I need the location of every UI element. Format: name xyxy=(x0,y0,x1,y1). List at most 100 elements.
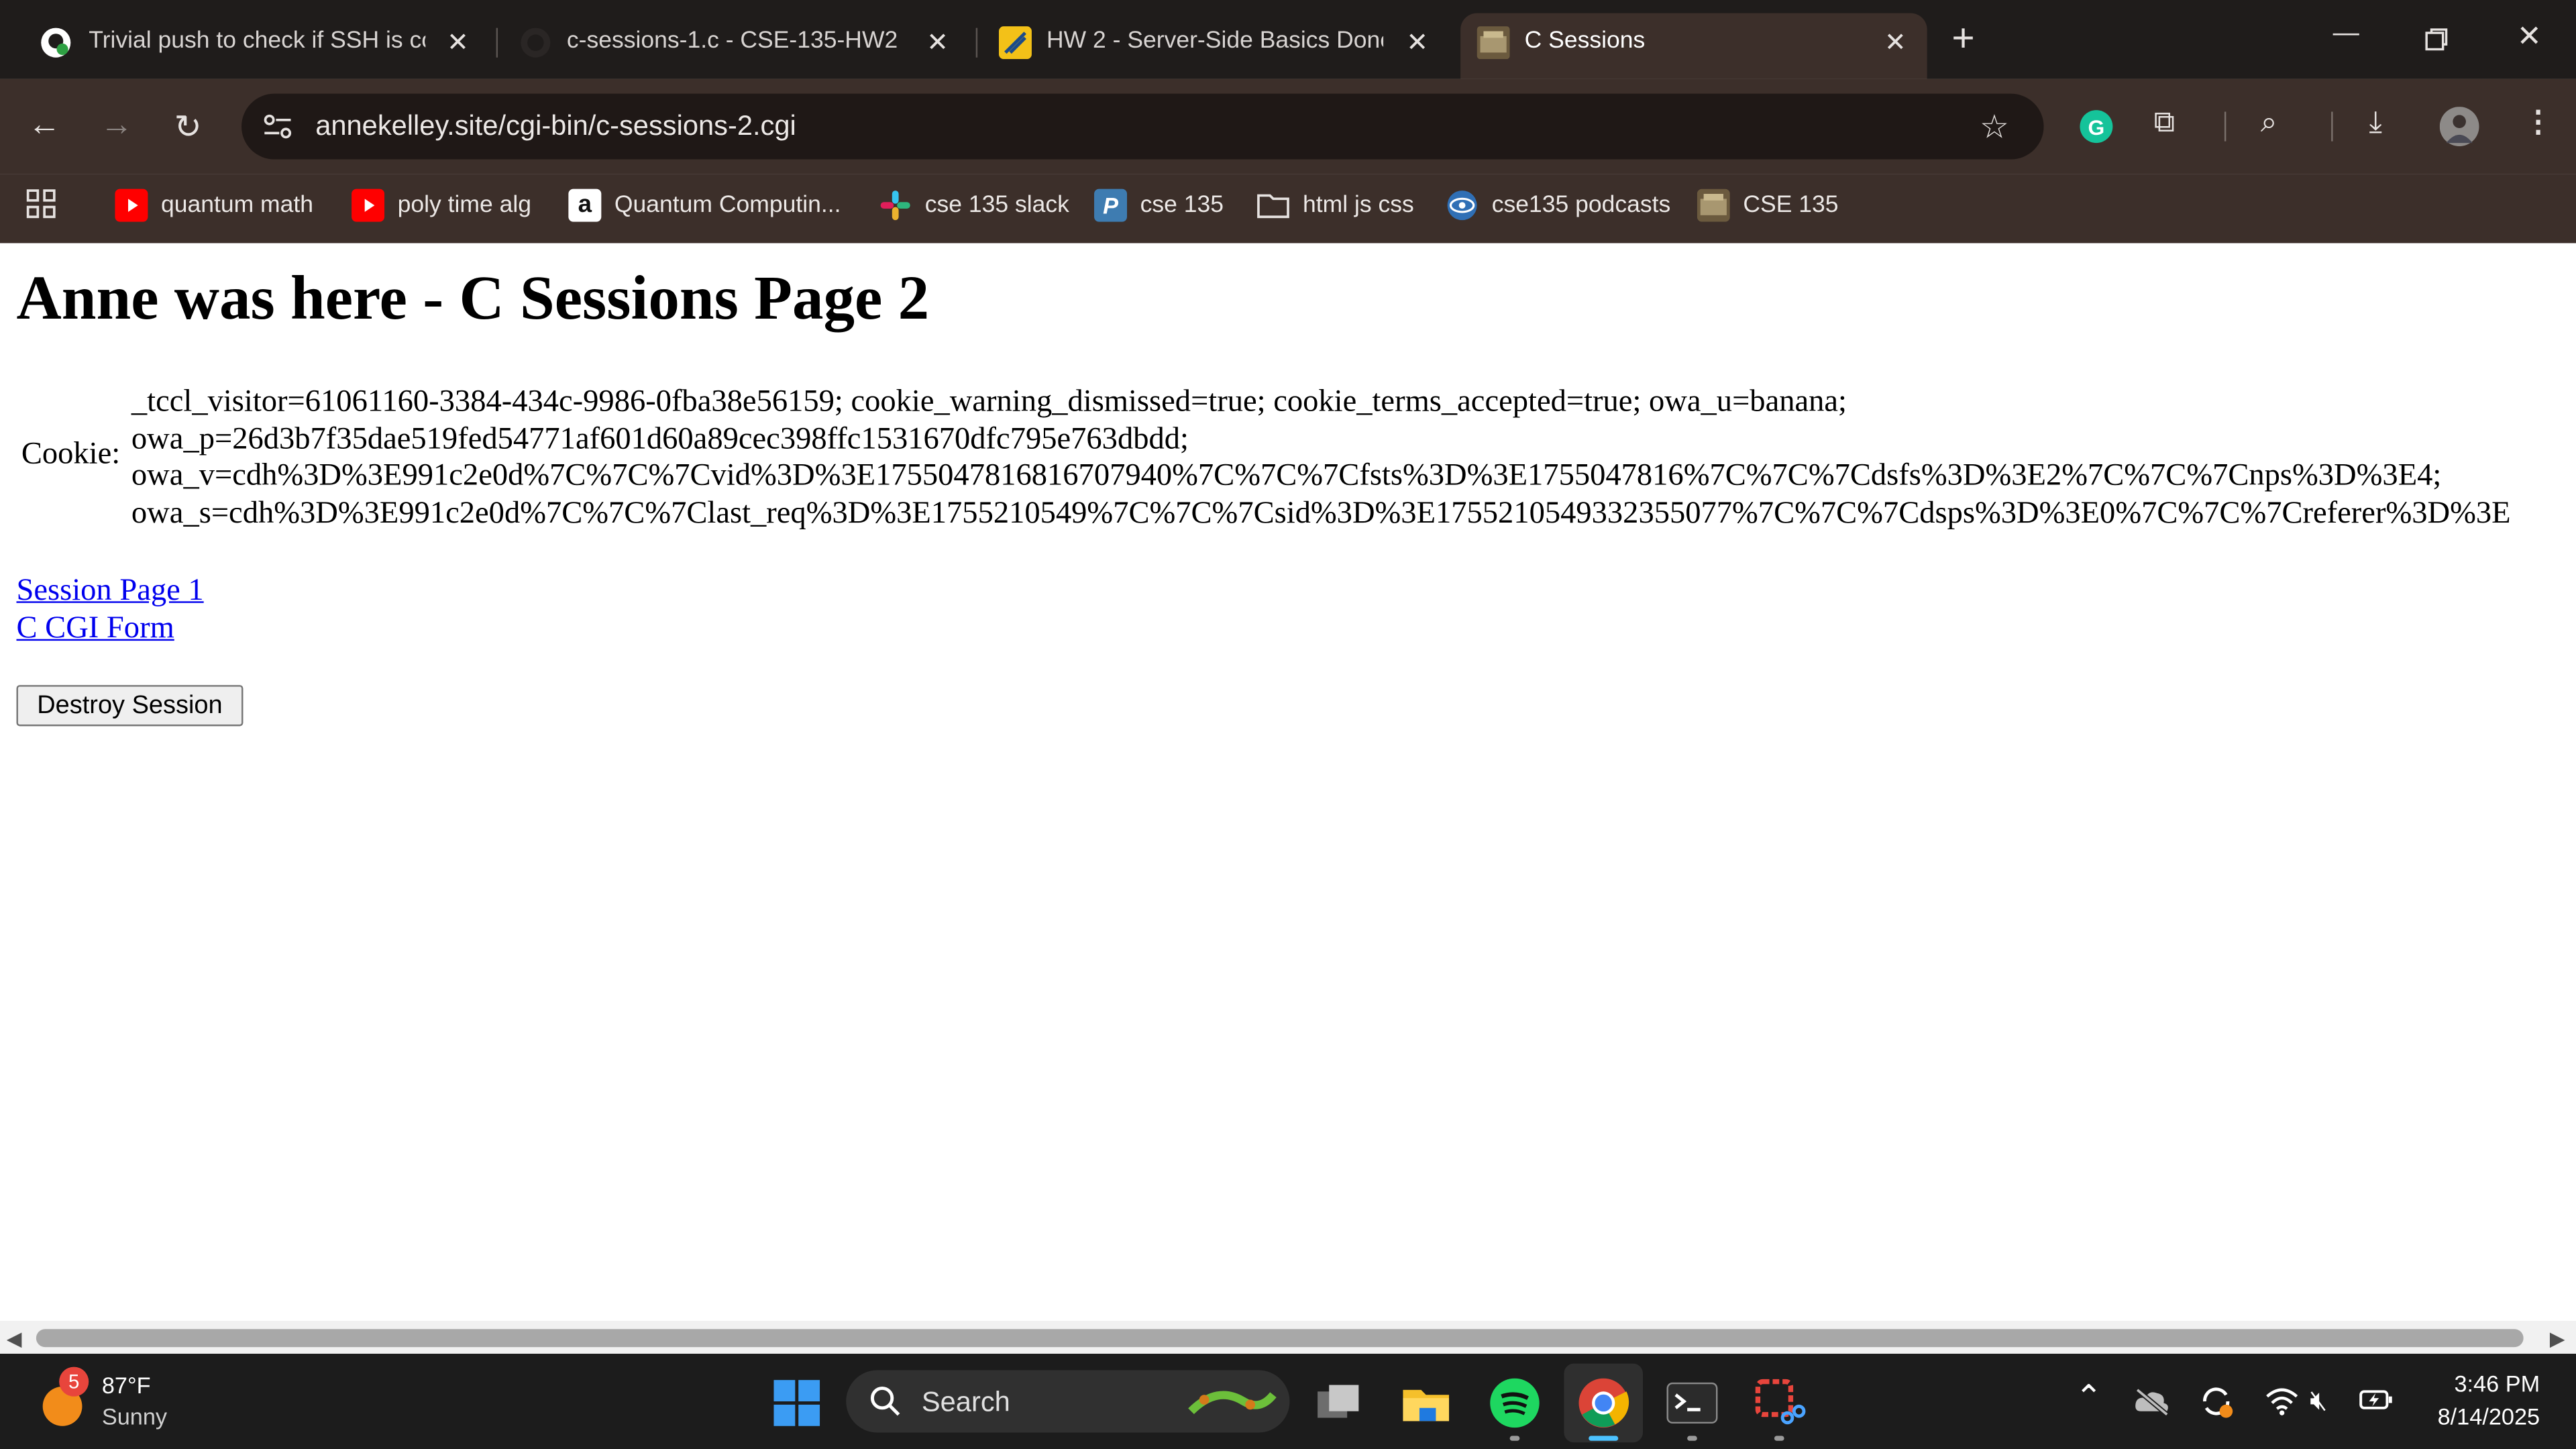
bookmark-label: CSE 135 xyxy=(1743,192,1839,219)
tab-title: c-sessions-1.c - CSE-135-HW2 ( xyxy=(566,28,904,54)
weather-badge: 5 xyxy=(59,1366,89,1397)
task-view-icon[interactable] xyxy=(1311,1375,1366,1431)
tab-separator xyxy=(975,28,978,58)
chrome-icon[interactable] xyxy=(1576,1375,1631,1431)
spotify-running-indicator xyxy=(1509,1436,1520,1441)
youtube-icon xyxy=(115,189,148,222)
youtube-icon xyxy=(352,189,385,222)
url-text: annekelley.site/cgi-bin/c-sessions-2.cgi xyxy=(315,110,796,142)
podcast-icon xyxy=(1447,191,1477,221)
tab-title: HW 2 - Server-Side Basics Done xyxy=(1046,28,1384,54)
onedrive-offline-icon[interactable] xyxy=(2133,1387,2172,1417)
canvas-icon xyxy=(998,26,1032,60)
tab-github-push[interactable]: Trivial push to check if SSH is co ✕ xyxy=(19,13,492,79)
bookmark-label: cse 135 xyxy=(1140,192,1224,219)
wifi-icon[interactable] xyxy=(2264,1387,2300,1416)
svg-text:G: G xyxy=(2088,115,2105,140)
piazza-icon: P xyxy=(1094,189,1128,222)
weather-widget[interactable]: 5 87°F Sunny xyxy=(36,1366,184,1440)
bookmark-label: html js css xyxy=(1303,192,1414,219)
cookie-label: Cookie: xyxy=(21,437,121,472)
close-tab-icon[interactable]: ✕ xyxy=(926,26,949,59)
cookie-line: _tccl_visitor=61061160-3384-434c-9986-0f… xyxy=(131,384,1847,419)
cookie-value: _tccl_visitor=61061160-3384-434c-9986-0f… xyxy=(131,384,2511,532)
weather-temp: 87°F xyxy=(101,1371,151,1399)
toolbar-separator xyxy=(2331,111,2333,142)
new-tab-button[interactable]: + xyxy=(1951,16,1974,62)
page-content: Anne was here - C Sessions Page 2 Cookie… xyxy=(0,243,2576,1321)
cse135-icon xyxy=(1697,189,1730,222)
tab-github-c-sessions[interactable]: c-sessions-1.c - CSE-135-HW2 ( ✕ xyxy=(502,13,969,79)
bookmark-label: quantum math xyxy=(161,192,314,219)
snipping-running-indicator xyxy=(1774,1436,1784,1441)
minimize-icon[interactable]: — xyxy=(2333,19,2359,49)
chrome-active-indicator xyxy=(1589,1436,1619,1441)
menu-kebab-icon[interactable]: ⋮ xyxy=(2524,105,2553,140)
amazon-icon: a xyxy=(568,189,602,222)
github-icon xyxy=(521,28,551,58)
browser-toolbar: ← → ↻ annekelley.site/cgi-bin/c-sessions… xyxy=(0,78,2576,174)
file-explorer-icon[interactable] xyxy=(1398,1375,1454,1431)
volume-muted-icon[interactable]: 🔇︎ xyxy=(2310,1385,2327,1418)
tab-title: Trivial push to check if SSH is co xyxy=(89,28,426,54)
scroll-left-icon[interactable]: ◀ xyxy=(7,1328,22,1350)
site-info-icon[interactable] xyxy=(263,113,292,140)
terminal-icon[interactable] xyxy=(1664,1375,1720,1431)
windows-taskbar: 5 87°F Sunny Search ⌃ 🔇︎ 3:46 PM 8/14/20… xyxy=(0,1353,2576,1449)
spotify-icon[interactable] xyxy=(1487,1375,1542,1431)
terminal-running-indicator xyxy=(1687,1436,1697,1441)
tab-canvas-hw2[interactable]: HW 2 - Server-Side Basics Done ✕ xyxy=(983,13,1450,79)
cookie-line: owa_p=26d3b7f35dae519fed54771af601d60a89… xyxy=(131,421,1189,456)
bookmark-label: cse135 podcasts xyxy=(1491,192,1671,219)
weather-condition: Sunny xyxy=(101,1403,168,1430)
page-title: Anne was here - C Sessions Page 2 xyxy=(16,264,930,334)
sync-icon[interactable] xyxy=(2198,1383,2235,1419)
profile-avatar[interactable] xyxy=(2439,107,2479,146)
clock-date[interactable]: 8/14/2025 xyxy=(2415,1403,2540,1429)
destroy-session-button[interactable]: Destroy Session xyxy=(16,685,244,727)
folder-icon xyxy=(1257,194,1289,219)
extensions-icon[interactable]: ⧉ xyxy=(2154,105,2175,140)
clock-time[interactable]: 3:46 PM xyxy=(2432,1370,2540,1396)
slack-icon xyxy=(880,191,910,221)
cse135-icon xyxy=(1477,26,1510,60)
grammarly-icon[interactable]: G xyxy=(2078,109,2114,145)
scrollbar-thumb[interactable] xyxy=(36,1329,2524,1348)
battery-charging-icon[interactable] xyxy=(2359,1385,2396,1415)
search-highlight-icon xyxy=(1188,1391,1277,1415)
bookmark-star-icon[interactable]: ☆ xyxy=(1980,107,2009,148)
close-tab-icon[interactable]: ✕ xyxy=(1406,26,1428,59)
bookmark-label: Quantum Computin... xyxy=(614,192,841,219)
address-bar[interactable]: annekelley.site/cgi-bin/c-sessions-2.cgi… xyxy=(241,93,2044,160)
close-tab-icon[interactable]: ✕ xyxy=(447,26,469,59)
close-tab-icon[interactable]: ✕ xyxy=(1884,26,1907,59)
tab-c-sessions[interactable]: C Sessions ✕ xyxy=(1460,13,1927,79)
tab-title: C Sessions xyxy=(1524,28,1646,54)
close-window-icon[interactable]: ✕ xyxy=(2517,19,2542,54)
horizontal-scrollbar[interactable]: ◀ ▶ xyxy=(0,1320,2576,1354)
chevron-up-icon[interactable]: ⌃ xyxy=(2075,1377,2102,1417)
tab-search-icon[interactable]: ⌕ xyxy=(2261,105,2277,140)
session-page-1-link[interactable]: Session Page 1 xyxy=(16,574,203,610)
toolbar-separator xyxy=(2224,111,2226,142)
forward-icon[interactable]: → xyxy=(100,107,133,144)
bookmark-label: cse 135 slack xyxy=(924,192,1069,219)
snipping-tool-icon[interactable] xyxy=(1752,1375,1807,1431)
download-icon[interactable]: ⤓ xyxy=(2369,105,2382,140)
windows-start-icon[interactable] xyxy=(772,1379,821,1428)
taskbar-search[interactable]: Search xyxy=(846,1370,1290,1433)
apps-grid-icon[interactable] xyxy=(26,189,56,219)
restore-icon[interactable] xyxy=(2425,28,2448,51)
c-cgi-form-link[interactable]: C CGI Form xyxy=(16,611,174,647)
cookie-line: owa_v=cdh%3D%3E991c2e0d%7C%7C%7Cvid%3D%3… xyxy=(131,458,2442,493)
scroll-right-icon[interactable]: ▶ xyxy=(2550,1328,2565,1350)
github-icon xyxy=(41,28,71,58)
search-icon xyxy=(870,1386,900,1416)
back-icon[interactable]: ← xyxy=(28,107,61,144)
bookmarks-bar: quantum math poly time alg a Quantum Com… xyxy=(0,174,2576,245)
reload-icon[interactable]: ↻ xyxy=(174,107,202,148)
cookie-line: owa_s=cdh%3D%3E991c2e0d%7C%7C%7Clast_req… xyxy=(131,495,2511,530)
bookmark-label: poly time alg xyxy=(397,192,532,219)
tab-strip: Trivial push to check if SSH is co ✕ c-s… xyxy=(0,0,2576,79)
search-label: Search xyxy=(921,1386,1010,1418)
